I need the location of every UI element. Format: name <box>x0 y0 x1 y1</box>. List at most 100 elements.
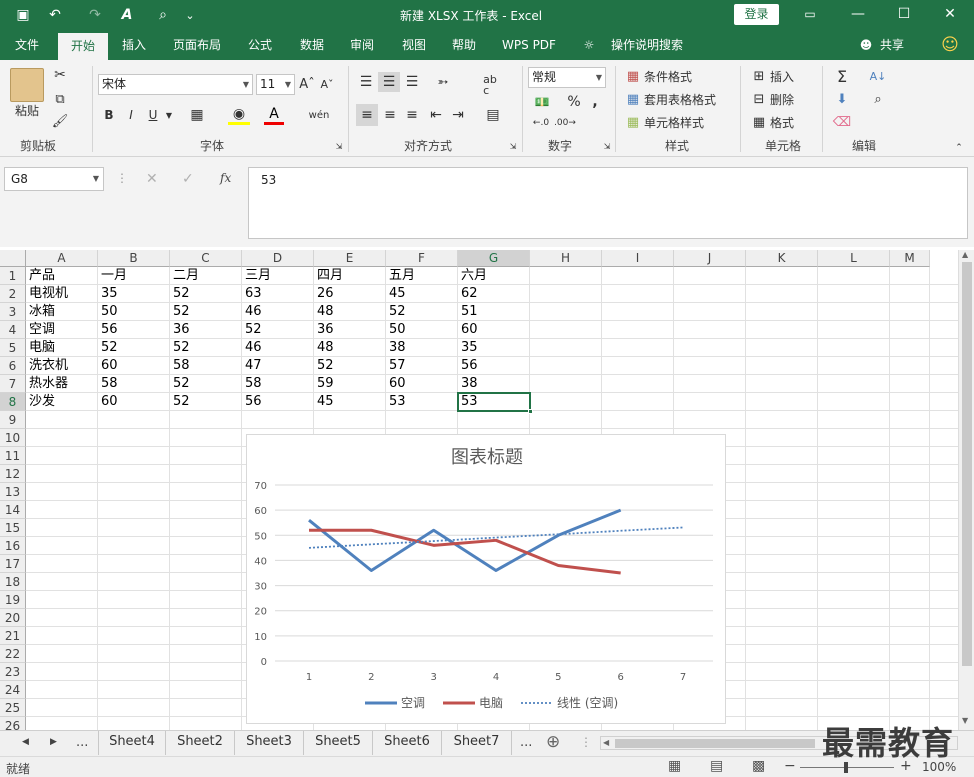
row-header-10[interactable]: 10 <box>0 429 26 447</box>
cell-style-icon[interactable]: ▦ <box>624 113 642 131</box>
insert-cells-icon[interactable]: ⊞ <box>750 67 768 85</box>
cell[interactable]: 58 <box>242 375 314 393</box>
comma-button[interactable]: , <box>588 92 602 112</box>
cell[interactable]: 35 <box>98 285 170 303</box>
clear-eraser-icon[interactable]: ⌫ <box>832 113 852 131</box>
share-button[interactable]: 共享 <box>876 30 908 60</box>
name-box[interactable]: G8 ▼ <box>4 167 104 191</box>
row-header-5[interactable]: 5 <box>0 339 26 357</box>
cell[interactable]: 产品 <box>26 267 98 285</box>
cell[interactable]: 62 <box>458 285 530 303</box>
percent-button[interactable]: % <box>566 92 582 112</box>
font-size-select[interactable]: 11 ▼ <box>256 74 295 95</box>
column-header-b[interactable]: B <box>98 250 170 267</box>
cell[interactable]: 38 <box>386 339 458 357</box>
row-header-16[interactable]: 16 <box>0 537 26 555</box>
confirm-icon[interactable]: ✓ <box>182 171 194 187</box>
decrease-indent-icon[interactable]: ⇤ <box>426 104 446 126</box>
cell[interactable]: 56 <box>458 357 530 375</box>
cell[interactable]: 56 <box>98 321 170 339</box>
column-header-c[interactable]: C <box>170 250 242 267</box>
tab-wps-pdf[interactable]: WPS PDF <box>496 30 562 60</box>
cell[interactable]: 洗衣机 <box>26 357 98 375</box>
insert-function-icon[interactable]: fx <box>220 171 231 185</box>
cell[interactable]: 空调 <box>26 321 98 339</box>
cell[interactable]: 58 <box>170 357 242 375</box>
redo-icon[interactable]: ↷ <box>84 5 106 25</box>
tab-view[interactable]: 视图 <box>392 30 436 60</box>
border-icon[interactable]: ▦ <box>186 105 208 125</box>
cell[interactable]: 60 <box>98 357 170 375</box>
save-icon[interactable]: ▣ <box>12 5 34 25</box>
row-header-12[interactable]: 12 <box>0 465 26 483</box>
align-bottom-icon[interactable]: ☰ <box>402 72 422 92</box>
cell[interactable]: 26 <box>314 285 386 303</box>
tab-file[interactable]: 文件 <box>4 30 50 60</box>
align-center-icon[interactable]: ≡ <box>380 104 400 126</box>
chevron-down-icon[interactable]: ▼ <box>164 105 174 125</box>
sheet-tab[interactable]: Sheet5 <box>304 731 373 755</box>
format-cells-button[interactable]: 格式 <box>770 113 812 131</box>
cell[interactable]: 五月 <box>386 267 458 285</box>
cell[interactable]: 52 <box>170 339 242 357</box>
sheet-tab[interactable]: Sheet3 <box>235 731 304 755</box>
normal-view-icon[interactable]: ▦ <box>668 758 681 774</box>
smiley-feedback-icon[interactable]: ☺ <box>938 30 962 60</box>
cut-icon[interactable]: ✂ <box>50 66 70 84</box>
page-break-view-icon[interactable]: ▩ <box>752 758 765 774</box>
tab-formulas[interactable]: 公式 <box>238 30 282 60</box>
conditional-format-button[interactable]: 条件格式 <box>644 67 704 85</box>
column-header-f[interactable]: F <box>386 250 458 267</box>
cell[interactable]: 59 <box>314 375 386 393</box>
row-header-4[interactable]: 4 <box>0 321 26 339</box>
cell[interactable]: 57 <box>386 357 458 375</box>
sheet-prev-icon[interactable]: ◀ <box>22 737 29 747</box>
format-as-table-button[interactable]: 套用表格格式 <box>644 90 728 108</box>
cell[interactable]: 50 <box>386 321 458 339</box>
row-header-8[interactable]: 8 <box>0 393 26 411</box>
row-header-14[interactable]: 14 <box>0 501 26 519</box>
cell[interactable]: 56 <box>242 393 314 411</box>
fill-color-icon[interactable]: ◉ <box>228 105 250 125</box>
delete-cells-icon[interactable]: ⊟ <box>750 90 768 108</box>
select-all-corner[interactable] <box>0 250 26 267</box>
cell[interactable]: 45 <box>314 393 386 411</box>
cell[interactable]: 沙发 <box>26 393 98 411</box>
phonetic-icon[interactable]: wén <box>308 105 330 125</box>
column-header-d[interactable]: D <box>242 250 314 267</box>
scroll-up-icon[interactable]: ▲ <box>962 250 968 259</box>
italic-button[interactable]: I <box>122 105 140 125</box>
vertical-scroll-thumb[interactable] <box>962 262 972 666</box>
row-header-7[interactable]: 7 <box>0 375 26 393</box>
cell[interactable]: 46 <box>242 303 314 321</box>
currency-icon[interactable]: 💵 <box>530 92 554 112</box>
undo-icon[interactable]: ↶ <box>44 5 66 25</box>
align-right-icon[interactable]: ≡ <box>402 104 422 126</box>
cell[interactable]: 52 <box>170 393 242 411</box>
align-middle-icon[interactable]: ☰ <box>378 72 400 92</box>
format-painter-icon[interactable]: 🖌 <box>50 112 70 130</box>
format-cells-icon[interactable]: ▦ <box>750 113 768 131</box>
active-cell-selection[interactable] <box>457 392 533 414</box>
column-header-j[interactable]: J <box>674 250 746 267</box>
align-left-icon[interactable]: ≡ <box>356 104 378 126</box>
decrease-decimal-icon[interactable]: .00→ <box>554 114 576 132</box>
sort-filter-button[interactable]: A↓ <box>866 67 890 85</box>
align-top-icon[interactable]: ☰ <box>356 72 376 92</box>
row-header-6[interactable]: 6 <box>0 357 26 375</box>
cell[interactable]: 45 <box>386 285 458 303</box>
autosum-button[interactable]: Σ <box>832 67 852 86</box>
column-header-l[interactable]: L <box>818 250 890 267</box>
row-header-17[interactable]: 17 <box>0 555 26 573</box>
row-header-18[interactable]: 18 <box>0 573 26 591</box>
increase-font-icon[interactable]: Aˆ <box>298 74 316 94</box>
sheet-tab[interactable]: Sheet6 <box>373 731 442 755</box>
tab-insert[interactable]: 插入 <box>112 30 156 60</box>
cell[interactable]: 四月 <box>314 267 386 285</box>
decrease-font-icon[interactable]: Aˇ <box>318 74 336 94</box>
sheet-next-icon[interactable]: ▶ <box>50 737 57 747</box>
row-header-1[interactable]: 1 <box>0 267 26 285</box>
tab-split-grip-icon[interactable]: ⋮ <box>580 735 592 749</box>
fill-down-icon[interactable]: ⬇ <box>832 90 852 108</box>
print-preview-icon[interactable]: ⌕ <box>152 5 174 25</box>
